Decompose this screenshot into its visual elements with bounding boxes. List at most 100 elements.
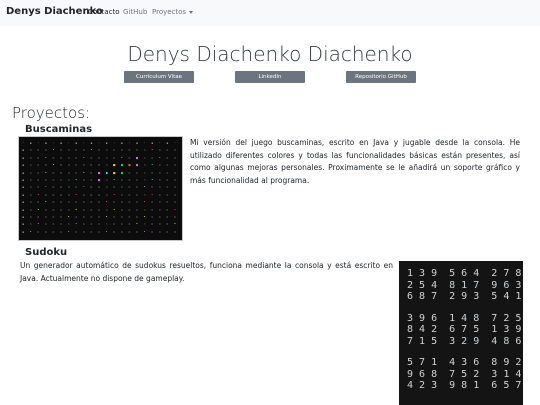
- minesweeper-cell: ▫: [90, 170, 93, 175]
- minesweeper-cell: ▫: [158, 207, 161, 212]
- nav-contacto[interactable]: Contacto: [88, 8, 120, 16]
- buscaminas-console-grid: · ▪ · ▪ · ▪ · ▪ · ▪ · ▪ · ▪ · ▪ · ▪ · ▪ · ▪ ▫ ▫ ▫ • ▫ ▫ ▫ ▫ • ▫ ▫ ▫ ▫ ▫ ▫ ▫ • ▫…: [22, 140, 181, 236]
- minesweeper-cell: ▫: [52, 177, 55, 182]
- minesweeper-cell: ▫: [75, 200, 78, 205]
- minesweeper-cell: ▫: [90, 192, 93, 197]
- nav-proyectos-label: Proyectos: [152, 8, 187, 16]
- minesweeper-cell: ▫: [67, 148, 70, 153]
- nav-github[interactable]: GitHub: [123, 8, 147, 16]
- minesweeper-cell: •: [75, 222, 78, 227]
- minesweeper-cell: ▫: [120, 214, 123, 219]
- minesweeper-cell: •: [37, 207, 40, 212]
- minesweeper-cell: ▫: [158, 222, 161, 227]
- minesweeper-cell: •: [52, 163, 55, 168]
- buscaminas-screenshot: · ▪ · ▪ · ▪ · ▪ · ▪ · ▪ · ▪ · ▪ · ▪ · ▪ · ▪ ▫ ▫ ▫ • ▫ ▫ ▫ ▫ • ▫ ▫ ▫ ▫ ▫ ▫ ▫ • ▫…: [18, 136, 183, 241]
- minesweeper-cell: •: [105, 214, 108, 219]
- minesweeper-cell: ▫: [151, 214, 154, 219]
- minesweeper-cell: ▫: [37, 200, 40, 205]
- minesweeper-cell: ▫: [166, 222, 169, 227]
- minesweeper-cell: ▫: [59, 155, 63, 160]
- minesweeper-cell: ▫: [113, 155, 116, 160]
- minesweeper-cell: ▫: [59, 192, 63, 197]
- minesweeper-cell: ▫: [166, 207, 169, 212]
- minesweeper-cell: ▫: [173, 192, 176, 197]
- minesweeper-cell: ▫: [82, 177, 85, 182]
- minesweeper-cell: ▫: [113, 148, 116, 153]
- minesweeper-cell: ▫: [97, 192, 101, 197]
- minesweeper-cell: ·: [82, 141, 85, 145]
- curriculum-button[interactable]: Currículum Vitae: [124, 71, 194, 83]
- minesweeper-cell: ■: [97, 170, 101, 175]
- minesweeper-cell: ▪: [120, 141, 123, 145]
- minesweeper-cell: ▫: [143, 148, 146, 153]
- minesweeper-cell: •: [82, 155, 85, 160]
- sudoku-row: 8 4 2 6 7 5 1 3 9: [407, 324, 522, 335]
- sudoku-row: 2 5 4 8 1 7 9 6 3: [407, 279, 522, 291]
- project-title-buscaminas: Buscaminas: [25, 124, 93, 135]
- minesweeper-cell: ▪: [22, 222, 25, 227]
- minesweeper-cell: ▪: [105, 141, 108, 145]
- minesweeper-cell: •: [173, 207, 176, 212]
- minesweeper-cell: ▫: [97, 229, 101, 234]
- minesweeper-cell: •: [143, 185, 146, 190]
- minesweeper-cell: ▫: [120, 185, 123, 190]
- minesweeper-cell: ▫: [166, 214, 169, 219]
- minesweeper-cell: ▫: [97, 222, 101, 227]
- sudoku-row: 3 9 6 1 4 8 7 2 5: [407, 312, 522, 324]
- minesweeper-cell: ■: [120, 170, 123, 175]
- nav-proyectos-dropdown[interactable]: Proyectos: [152, 8, 194, 16]
- minesweeper-cell: ▫: [143, 192, 146, 197]
- minesweeper-cell: ▫: [143, 177, 146, 182]
- minesweeper-cell: ▫: [67, 200, 70, 205]
- minesweeper-cell: ▫: [59, 163, 63, 168]
- minesweeper-cell: ▫: [90, 163, 93, 168]
- minesweeper-cell: ▫: [52, 155, 55, 160]
- minesweeper-cell: ▫: [29, 185, 32, 190]
- minesweeper-cell: ▫: [37, 229, 40, 234]
- minesweeper-cell: ▫: [90, 222, 93, 227]
- minesweeper-cell: ▫: [158, 192, 161, 197]
- minesweeper-cell: ▫: [158, 177, 161, 182]
- minesweeper-cell: ▪: [22, 229, 25, 234]
- minesweeper-cell: ▫: [75, 155, 78, 160]
- minesweeper-cell: ▫: [44, 229, 47, 234]
- minesweeper-cell: ▫: [128, 185, 131, 190]
- minesweeper-cell: ▫: [97, 148, 101, 153]
- sudoku-screenshot: 1 3 9 5 6 4 2 7 82 5 4 8 1 7 9 6 36 8 7 …: [399, 261, 523, 405]
- minesweeper-cell: ▫: [105, 163, 108, 168]
- minesweeper-cell: ▫: [82, 214, 85, 219]
- sudoku-console-output: 1 3 9 5 6 4 2 7 82 5 4 8 1 7 9 6 36 8 7 …: [407, 268, 521, 392]
- minesweeper-cell: •: [44, 200, 47, 205]
- minesweeper-cell: •: [75, 177, 78, 182]
- minesweeper-cell: ■: [135, 155, 139, 160]
- minesweeper-cell: •: [151, 192, 154, 197]
- minesweeper-cell: ▫: [75, 163, 78, 168]
- minesweeper-cell: ▫: [37, 170, 40, 175]
- minesweeper-cell: ▫: [128, 200, 131, 205]
- minesweeper-cell: ▫: [59, 229, 63, 234]
- minesweeper-cell: ▫: [135, 214, 139, 219]
- minesweeper-cell: ▫: [37, 214, 40, 219]
- minesweeper-cell: ▫: [52, 185, 55, 190]
- minesweeper-cell: ▫: [37, 185, 40, 190]
- minesweeper-cell: •: [135, 222, 139, 227]
- minesweeper-cell: ▫: [158, 229, 161, 234]
- minesweeper-cell: ▫: [128, 222, 131, 227]
- minesweeper-cell: ▪: [22, 214, 25, 219]
- minesweeper-cell: ▫: [135, 177, 139, 182]
- minesweeper-cell: •: [105, 229, 108, 234]
- github-repo-button[interactable]: Repositorio GitHub: [346, 71, 416, 83]
- minesweeper-cell: ▫: [59, 214, 63, 219]
- linkedin-button[interactable]: LinkedIn: [235, 71, 305, 83]
- minesweeper-cell: ▫: [59, 200, 63, 205]
- minesweeper-cell: ▫: [97, 200, 101, 205]
- minesweeper-cell: ▫: [59, 170, 63, 175]
- minesweeper-cell: ▫: [105, 222, 108, 227]
- minesweeper-cell: ▫: [105, 155, 108, 160]
- minesweeper-cell: •: [29, 229, 32, 234]
- minesweeper-cell: •: [44, 185, 47, 190]
- minesweeper-cell: ▫: [90, 229, 93, 234]
- minesweeper-cell: ·: [52, 141, 55, 145]
- minesweeper-cell: ▫: [135, 170, 139, 175]
- minesweeper-cell: ▪: [22, 163, 25, 168]
